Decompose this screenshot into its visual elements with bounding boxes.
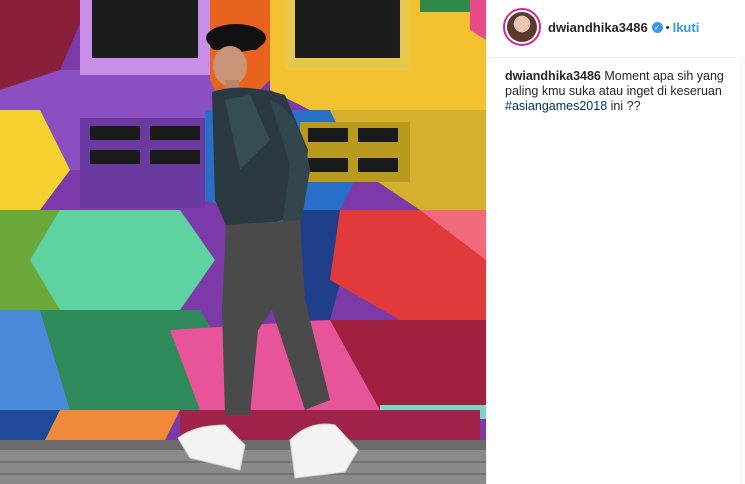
caption-username-link[interactable]: dwiandhika3486 [505, 69, 601, 83]
caption-text-end: ini ?? [607, 99, 641, 113]
scrollbar[interactable] [739, 58, 745, 484]
header-row: dwiandhika3486 ✓ • Ikuti [548, 20, 699, 35]
post-sidebar: dwiandhika3486 ✓ • Ikuti dwiandhika3486 … [486, 0, 745, 484]
verified-badge-icon: ✓ [651, 22, 663, 33]
avatar[interactable] [503, 8, 541, 46]
post-image-graphic [0, 0, 486, 484]
hashtag-link[interactable]: #asiangames2018 [505, 99, 607, 113]
post-caption: dwiandhika3486 Moment apa sih yang palin… [505, 69, 731, 114]
post-header: dwiandhika3486 ✓ • Ikuti [487, 0, 740, 58]
post-photo[interactable] [0, 0, 486, 484]
avatar-image [507, 12, 537, 42]
username-link[interactable]: dwiandhika3486 [548, 20, 648, 35]
separator-dot: • [665, 21, 670, 34]
follow-button[interactable]: Ikuti [673, 20, 700, 35]
